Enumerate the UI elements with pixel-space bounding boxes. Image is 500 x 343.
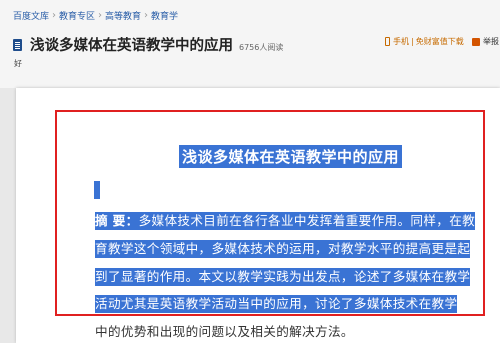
- breadcrumb-item-education[interactable]: 教育专区: [59, 9, 95, 22]
- doc-title-row: 浅谈多媒体在英语教学中的应用 6756人阅读: [13, 34, 283, 55]
- breadcrumb-item-higher-education[interactable]: 高等教育: [105, 9, 141, 22]
- phone-label: 手机: [393, 37, 409, 46]
- breadcrumb: 百度文库 › 教育专区 › 高等教育 › 教育学: [13, 9, 178, 22]
- report-label: 举报: [483, 37, 499, 46]
- page-title: 浅谈多媒体在英语教学中的应用: [30, 38, 233, 54]
- breadcrumb-item-pedagogy[interactable]: 教育学: [151, 9, 178, 22]
- document-heading: 浅谈多媒体在英语教学中的应用: [179, 145, 403, 168]
- free-download-label: 免财富值下载: [415, 37, 464, 46]
- abstract-line-5: 中的优势和出现的问题以及相关的解决方法。: [95, 324, 354, 339]
- abstract-label: 摘 要：: [95, 213, 139, 228]
- breadcrumb-item-wenku[interactable]: 百度文库: [13, 9, 49, 22]
- report-link[interactable]: 举报: [472, 36, 499, 47]
- breadcrumb-separator: ›: [98, 10, 103, 21]
- abstract-text-1: 多媒体技术目前在各行各业中发挥着重要作用。同样，在教: [138, 213, 476, 228]
- abstract-line-2: 育教学这个领域中，多媒体技术的运用，对教学水平的提高更是起: [95, 240, 471, 258]
- partial-text: 好: [14, 59, 22, 68]
- phone-icon: [385, 37, 390, 46]
- abstract-line-3: 到了显著的作用。本文以教学实践为出发点，论述了多媒体在教学: [95, 268, 471, 286]
- read-count: 6756人阅读: [239, 43, 284, 52]
- document-icon: [13, 39, 24, 52]
- breadcrumb-separator: ›: [52, 10, 57, 21]
- phone-download-link[interactable]: 手机 | 免财富值下载: [385, 36, 464, 47]
- breadcrumb-separator: ›: [144, 10, 149, 21]
- document-page: 浅谈多媒体在英语教学中的应用 摘 要：多媒体技术目前在各行各业中发挥着重要作用。…: [16, 88, 500, 343]
- report-icon: [472, 37, 480, 46]
- abstract-line-1: 摘 要：多媒体技术目前在各行各业中发挥着重要作用。同样，在教: [95, 212, 476, 230]
- abstract-line-4: 活动尤其是英语教学活动当中的应用，讨论了多媒体技术在教学: [95, 295, 458, 313]
- top-bar: 百度文库 › 教育专区 › 高等教育 › 教育学 浅谈多媒体在英语教学中的应用 …: [0, 0, 500, 88]
- selected-empty-line: [94, 181, 100, 199]
